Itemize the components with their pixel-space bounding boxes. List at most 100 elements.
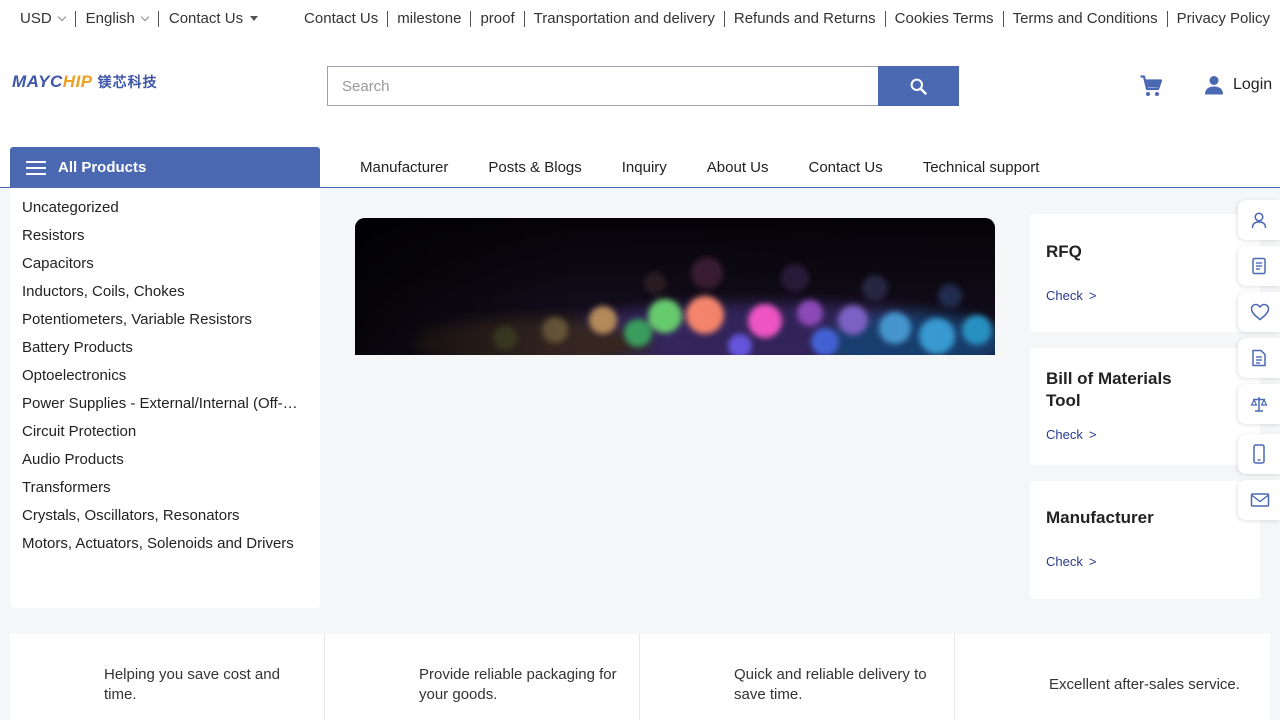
logo-mark-part: MAYC	[12, 72, 63, 91]
main-nav: All Products Manufacturer Posts & Blogs …	[0, 147, 1280, 188]
all-products-label: All Products	[58, 159, 147, 176]
top-link-refunds[interactable]: Refunds and Returns	[734, 10, 876, 27]
top-link-cookies[interactable]: Cookies Terms	[895, 10, 994, 27]
feature-item: Helping you save cost and time.	[10, 634, 325, 720]
card-check-link[interactable]: Check >	[1046, 427, 1096, 442]
top-link-proof[interactable]: proof	[480, 10, 514, 27]
caret-down-icon	[250, 16, 259, 21]
nav-link-contact-us[interactable]: Contact Us	[809, 159, 883, 176]
phone-icon	[1253, 444, 1265, 464]
category-list: Uncategorized Resistors Capacitors Induc…	[10, 188, 320, 608]
side-tool-orders[interactable]	[1238, 246, 1280, 286]
chevron-right-icon: >	[1088, 554, 1097, 569]
divider	[74, 10, 76, 27]
site-logo[interactable]: MAYCHIP 镁芯科技	[12, 72, 158, 92]
side-tool-favorites[interactable]	[1238, 292, 1280, 332]
side-tool-compare[interactable]	[1238, 384, 1280, 424]
top-link-transportation[interactable]: Transportation and delivery	[534, 10, 715, 27]
card-title: Manufacturer	[1046, 508, 1154, 527]
currency-label: USD	[20, 10, 52, 27]
divider	[723, 10, 725, 27]
hero-banner[interactable]	[355, 218, 995, 355]
side-tool-email[interactable]	[1238, 480, 1280, 520]
top-link-terms[interactable]: Terms and Conditions	[1013, 10, 1158, 27]
category-item[interactable]: Potentiometers, Variable Resistors	[10, 309, 310, 337]
category-item[interactable]: Capacitors	[10, 253, 310, 281]
login-button[interactable]: Login	[1204, 75, 1272, 95]
check-label: Check	[1046, 554, 1083, 569]
nav-link-inquiry[interactable]: Inquiry	[622, 159, 667, 176]
category-item[interactable]: Inductors, Coils, Chokes	[10, 281, 310, 309]
feature-text: Excellent after-sales service.	[1049, 676, 1240, 693]
nav-link-posts-blogs[interactable]: Posts & Blogs	[488, 159, 581, 176]
rfq-card[interactable]: RFQ Check >	[1030, 214, 1260, 332]
chevron-down-icon	[57, 12, 66, 21]
category-item[interactable]: Crystals, Oscillators, Resonators	[10, 505, 310, 533]
search-icon	[910, 78, 927, 95]
card-check-link[interactable]: Check >	[1046, 288, 1096, 303]
top-link-milestone[interactable]: milestone	[397, 10, 461, 27]
category-item[interactable]: Motors, Actuators, Solenoids and Drivers	[10, 533, 310, 561]
category-item[interactable]: Transformers	[10, 477, 310, 505]
language-label: English	[85, 10, 135, 27]
currency-select[interactable]: USD	[20, 10, 66, 27]
nav-link-technical-support[interactable]: Technical support	[923, 159, 1040, 176]
heart-icon	[1250, 303, 1270, 321]
check-label: Check	[1046, 288, 1083, 303]
side-tool-account[interactable]	[1238, 200, 1280, 240]
feature-item: Excellent after-sales service.	[955, 634, 1270, 720]
divider	[1002, 10, 1004, 27]
divider	[470, 10, 472, 27]
user-icon	[1251, 212, 1267, 229]
cart-button[interactable]	[1139, 74, 1163, 103]
chevron-down-icon	[140, 12, 150, 21]
top-link-contact-us[interactable]: Contact Us	[304, 10, 378, 27]
document-icon	[1252, 257, 1266, 275]
feature-text: Helping you save cost and time.	[104, 666, 280, 703]
chevron-right-icon: >	[1088, 288, 1097, 303]
language-select[interactable]: English	[85, 10, 150, 27]
search-input[interactable]	[327, 66, 878, 106]
category-item[interactable]: Battery Products	[10, 337, 310, 365]
category-item[interactable]: Audio Products	[10, 449, 310, 477]
nav-links: Manufacturer Posts & Blogs Inquiry About…	[340, 147, 1059, 188]
top-links: Contact Us milestone proof Transportatio…	[304, 10, 1270, 27]
feature-item: Provide reliable packaging for your good…	[325, 634, 640, 720]
file-icon	[1252, 349, 1266, 367]
all-products-button[interactable]: All Products	[10, 147, 320, 188]
card-title: RFQ	[1046, 242, 1082, 261]
login-label: Login	[1233, 76, 1273, 93]
side-tool-phone[interactable]	[1238, 434, 1280, 474]
card-check-link[interactable]: Check >	[1046, 554, 1096, 569]
bom-tool-card[interactable]: Bill of Materials Tool Check >	[1030, 348, 1260, 465]
card-title: Bill of Materials Tool	[1046, 369, 1172, 410]
divider	[157, 10, 159, 27]
manufacturer-card[interactable]: Manufacturer Check >	[1030, 481, 1260, 599]
search-button[interactable]	[878, 66, 959, 106]
divider	[387, 10, 389, 27]
contact-dropdown-label: Contact Us	[168, 10, 244, 27]
feature-text: Quick and reliable delivery to save time…	[734, 666, 927, 703]
check-label: Check	[1046, 427, 1083, 442]
category-item[interactable]: Power Supplies - External/Internal (Off-…	[10, 393, 310, 421]
contact-dropdown[interactable]: Contact Us	[168, 10, 259, 27]
category-item[interactable]: Uncategorized	[10, 197, 310, 225]
scale-icon	[1250, 397, 1268, 412]
side-tool-quote[interactable]	[1238, 338, 1280, 378]
feature-text: Provide reliable packaging for your good…	[419, 666, 617, 703]
category-item[interactable]: Optoelectronics	[10, 365, 310, 393]
feature-item: Quick and reliable delivery to save time…	[640, 634, 955, 720]
top-bar: USD English Contact Us Contact Us milest…	[0, 0, 1280, 40]
features-strip: Helping you save cost and time. Provide …	[10, 634, 1270, 720]
divider	[523, 10, 525, 27]
logo-mark-part: HIP	[62, 72, 93, 91]
mail-icon	[1250, 493, 1270, 507]
top-link-privacy[interactable]: Privacy Policy	[1177, 10, 1270, 27]
category-item[interactable]: Resistors	[10, 225, 310, 253]
nav-link-manufacturer[interactable]: Manufacturer	[360, 159, 448, 176]
nav-link-about-us[interactable]: About Us	[707, 159, 769, 176]
user-icon	[1205, 76, 1223, 95]
search-bar	[327, 66, 959, 106]
category-item[interactable]: Circuit Protection	[10, 421, 310, 449]
divider	[884, 10, 886, 27]
